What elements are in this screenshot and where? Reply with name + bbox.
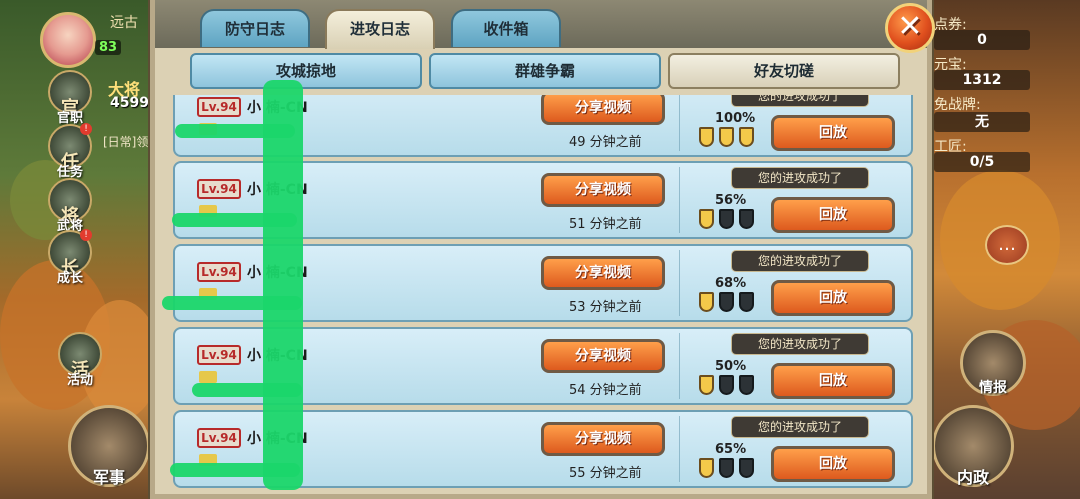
time-ago: 53 分钟之前 xyxy=(569,300,642,315)
level-badge: Lv.94 xyxy=(197,179,241,199)
tab-bar: 防守日志 进攻日志 收件箱 xyxy=(155,0,927,49)
events-label: 活动 xyxy=(66,373,93,388)
growth-label: 成长 xyxy=(56,271,83,286)
domestic-button[interactable]: 内政 xyxy=(932,405,1014,487)
tasks-button[interactable]: 任 ! 任务 xyxy=(48,123,92,180)
star-shield-filled-icon xyxy=(699,209,714,229)
redaction-scribble xyxy=(192,383,302,397)
alliance-icon xyxy=(199,371,217,383)
replay-button[interactable]: 回放 xyxy=(771,280,895,316)
tab-attack-log[interactable]: 进攻日志 xyxy=(325,9,435,49)
notification-dot: ! xyxy=(80,229,92,241)
points-value: 0 xyxy=(934,30,1030,50)
official-button[interactable]: 官 官职 xyxy=(48,70,92,126)
redaction-scribble xyxy=(172,213,297,227)
growth-button[interactable]: 长 ! 成长 xyxy=(48,229,92,286)
level-badge: Lv.94 xyxy=(197,428,241,448)
replay-button[interactable]: 回放 xyxy=(771,363,895,399)
star-shield-empty-icon xyxy=(719,458,734,478)
domestic-label: 内政 xyxy=(956,468,990,487)
replay-button[interactable]: 回放 xyxy=(771,446,895,482)
destruction-percent: 65% xyxy=(715,442,747,457)
divider xyxy=(679,416,680,482)
destruction-percent: 100% xyxy=(715,111,756,126)
player-avatar[interactable] xyxy=(40,12,96,68)
redaction-scribble xyxy=(162,296,302,310)
replay-button[interactable]: 回放 xyxy=(771,197,895,233)
star-shield-empty-icon xyxy=(719,209,734,229)
player-power: 4599 xyxy=(110,95,149,111)
share-video-button[interactable]: 分享视频 xyxy=(541,95,665,125)
attack-result-banner: 您的进攻成功了 xyxy=(731,333,869,355)
star-shield-empty-icon xyxy=(739,375,754,395)
intel-label: 情报 xyxy=(979,380,1007,396)
intel-button[interactable]: 情报 xyxy=(960,330,1026,396)
level-badge: Lv.94 xyxy=(197,262,241,282)
star-shield-filled-icon xyxy=(699,292,714,312)
player-level: 83 xyxy=(95,40,122,55)
star-shield-empty-icon xyxy=(739,458,754,478)
level-badge: Lv.94 xyxy=(197,97,241,117)
divider xyxy=(679,333,680,399)
time-ago: 54 分钟之前 xyxy=(569,383,642,398)
redaction-scribble xyxy=(175,124,295,138)
star-shield-empty-icon xyxy=(719,375,734,395)
redaction-scribble xyxy=(170,463,300,477)
attack-result-banner: 您的进攻成功了 xyxy=(731,167,869,189)
attack-result-banner: 您的进攻成功了 xyxy=(731,416,869,438)
military-label: 军事 xyxy=(92,468,126,487)
star-shield-filled-icon xyxy=(699,375,714,395)
daily-quest-tip[interactable]: [日常]领 xyxy=(103,133,148,150)
time-ago: 49 分钟之前 xyxy=(569,135,642,150)
attack-result-banner: 您的进攻成功了 xyxy=(731,95,869,107)
divider xyxy=(679,95,680,151)
share-video-button[interactable]: 分享视频 xyxy=(541,256,665,290)
tab-defense-log[interactable]: 防守日志 xyxy=(200,9,310,47)
attack-result-banner: 您的进攻成功了 xyxy=(731,250,869,272)
region-label: 远古 xyxy=(110,15,138,31)
time-ago: 55 分钟之前 xyxy=(569,466,642,481)
notification-dot: ! xyxy=(80,123,92,135)
star-shield-empty-icon xyxy=(739,209,754,229)
truce-label: 免战牌: xyxy=(934,97,981,113)
filter-heroes[interactable]: 群雄争霸 xyxy=(429,53,661,89)
level-badge: Lv.94 xyxy=(197,345,241,365)
time-ago: 51 分钟之前 xyxy=(569,217,642,232)
share-video-button[interactable]: 分享视频 xyxy=(541,173,665,207)
destruction-percent: 56% xyxy=(715,193,747,208)
star-shield-empty-icon xyxy=(739,292,754,312)
chat-icon: … xyxy=(998,234,1016,255)
chat-button[interactable]: … xyxy=(985,225,1029,265)
truce-value: 无 xyxy=(934,112,1030,132)
close-button[interactable]: ✕ xyxy=(885,3,935,53)
destruction-percent: 50% xyxy=(715,359,747,374)
close-icon: ✕ xyxy=(897,9,923,44)
star-shield-filled-icon xyxy=(699,458,714,478)
replay-button[interactable]: 回放 xyxy=(771,115,895,151)
events-button[interactable]: 活 活动 xyxy=(58,332,102,388)
generals-button[interactable]: 将 武将 xyxy=(48,178,92,234)
tab-inbox[interactable]: 收件箱 xyxy=(451,9,561,47)
star-shield-filled-icon xyxy=(719,127,734,147)
star-shield-filled-icon xyxy=(699,127,714,147)
star-shield-empty-icon xyxy=(719,292,734,312)
share-video-button[interactable]: 分享视频 xyxy=(541,422,665,456)
star-shield-filled-icon xyxy=(739,127,754,147)
filter-siege[interactable]: 攻城掠地 xyxy=(190,53,422,89)
filter-friends[interactable]: 好友切磋 xyxy=(668,53,900,89)
destruction-percent: 68% xyxy=(715,276,747,291)
divider xyxy=(679,250,680,316)
share-video-button[interactable]: 分享视频 xyxy=(541,339,665,373)
ingots-value: 1312 xyxy=(934,70,1030,90)
redaction-scribble xyxy=(263,80,303,490)
craftsmen-value: 0/5 xyxy=(934,152,1030,172)
military-button[interactable]: 军事 xyxy=(68,405,150,487)
divider xyxy=(679,167,680,233)
